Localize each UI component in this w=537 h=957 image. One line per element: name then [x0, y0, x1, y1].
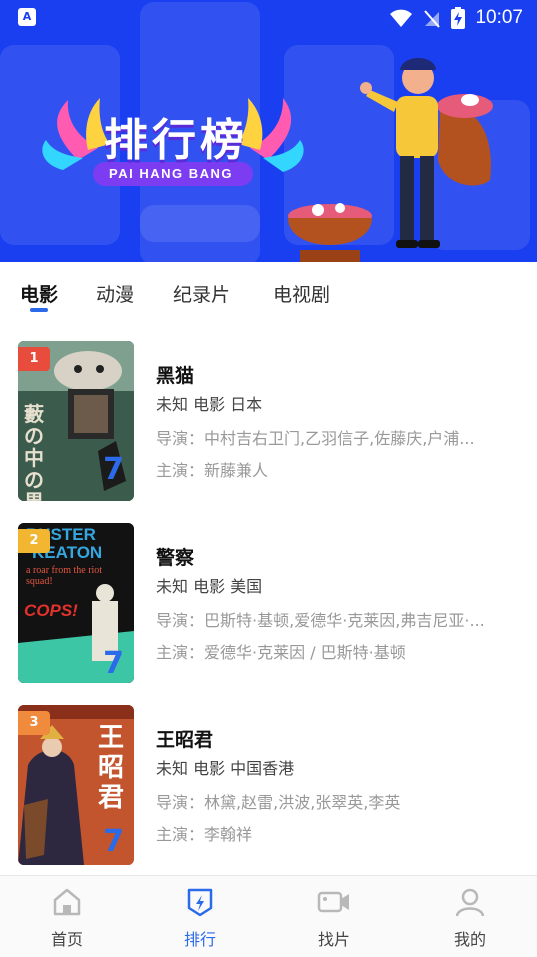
app-notification-icon: A — [18, 8, 36, 26]
svg-text:7: 7 — [103, 452, 124, 487]
rank-badge: 3 — [18, 711, 50, 735]
wifi-icon — [390, 9, 413, 27]
director-label: 导演： — [156, 611, 205, 630]
director-label: 导演： — [156, 793, 205, 812]
director-names: 林黛,赵雷,洪波,张翠英,李英 — [204, 793, 401, 812]
director-names: 中村吉右卫门,乙羽信子,佐藤庆,户浦... — [204, 429, 475, 448]
user-icon — [455, 888, 485, 917]
app-root: A 10:07 排行榜 PAI HANG BANG 电影 动漫 纪录片 电视剧 … — [0, 0, 537, 957]
movie-list-item[interactable]: 7 王昭君 3 王昭君 未知 电影 中国香港 导演：林黛,赵雷,洪波,张翠英,李… — [0, 684, 537, 866]
svg-text:7: 7 — [103, 646, 124, 681]
rank-badge: 1 — [18, 347, 50, 371]
cast-label: 主演： — [156, 825, 205, 844]
movie-meta: 未知 电影 中国香港 — [156, 759, 295, 778]
movie-cast: 主演：新藤兼人 — [156, 455, 518, 487]
banner-illustration — [288, 58, 493, 262]
tab-movie[interactable]: 电影 — [20, 280, 58, 307]
rank-badge: 2 — [18, 529, 50, 553]
tab-anime[interactable]: 动漫 — [96, 280, 134, 307]
status-icons: 10:07 — [389, 4, 523, 32]
ranking-banner: A 10:07 排行榜 PAI HANG BANG — [0, 0, 537, 262]
cast-label: 主演： — [156, 643, 205, 662]
movie-meta: 未知 电影 美国 — [156, 577, 263, 596]
movie-poster[interactable]: 7 藪の中の黒猫 1 — [18, 341, 134, 501]
banner-title: 排行榜 — [104, 115, 248, 166]
movie-director: 导演：中村吉右卫门,乙羽信子,佐藤庆,户浦... — [156, 423, 518, 455]
nav-find[interactable]: 找片 — [294, 886, 374, 952]
bottom-navigation: 首页 排行 找片 我的 — [0, 875, 537, 957]
cast-names: 李翰祥 — [204, 825, 253, 844]
cast-names: 新藤兼人 — [204, 461, 269, 480]
cast-names: 爱德华·克莱因 / 巴斯特·基顿 — [204, 643, 406, 662]
ranking-list: 7 藪の中の黒猫 1 黑猫 未知 电影 日本 导演：中村吉右卫门,乙羽信子,佐藤… — [0, 320, 537, 875]
movie-info: 警察 未知 电影 美国 导演：巴斯特·基顿,爱德华·克莱因,弗吉尼亚·... 主… — [156, 543, 518, 669]
poster-title: 藪の中の黒猫 — [24, 402, 44, 501]
movie-meta: 未知 电影 日本 — [156, 395, 263, 414]
movie-info: 王昭君 未知 电影 中国香港 导演：林黛,赵雷,洪波,张翠英,李英 主演：李翰祥 — [156, 725, 518, 851]
movie-title[interactable]: 警察 — [156, 543, 518, 573]
poster-cops: COPS! — [24, 601, 78, 620]
tab-tv-series[interactable]: 电视剧 — [273, 280, 330, 307]
movie-info: 黑猫 未知 电影 日本 导演：中村吉右卫门,乙羽信子,佐藤庆,户浦... 主演：… — [156, 361, 518, 487]
banner-title-group: 排行榜 PAI HANG BANG — [38, 90, 308, 200]
cast-label: 主演： — [156, 461, 205, 480]
nav-home-label: 首页 — [50, 930, 83, 949]
tab-documentary[interactable]: 纪录片 — [173, 280, 230, 307]
status-bar: A 10:07 — [0, 0, 537, 36]
svg-text:7: 7 — [103, 824, 124, 859]
movie-title[interactable]: 王昭君 — [156, 725, 518, 755]
nav-mine[interactable]: 我的 — [430, 886, 510, 952]
battery-charging-icon — [451, 7, 466, 29]
movie-cast: 主演：爱德华·克莱因 / 巴斯特·基顿 — [156, 637, 518, 669]
status-time: 10:07 — [475, 7, 523, 28]
nav-ranking[interactable]: 排行 — [160, 886, 240, 952]
nav-home[interactable]: 首页 — [27, 886, 107, 952]
movie-cast: 主演：李翰祥 — [156, 819, 518, 851]
movie-title[interactable]: 黑猫 — [156, 361, 518, 391]
nav-mine-label: 我的 — [453, 930, 486, 949]
movie-list-item[interactable]: 7 BUSTER KEATON a roar from the riot squ… — [0, 502, 537, 684]
video-camera-icon — [317, 891, 349, 913]
director-label: 导演： — [156, 429, 205, 448]
banner-subtitle: PAI HANG BANG — [109, 166, 233, 181]
category-tabs: 电影 动漫 纪录片 电视剧 — [0, 262, 537, 320]
poster-title: 王昭君 — [98, 723, 125, 813]
banner-bg-card — [140, 205, 260, 262]
nav-ranking-label: 排行 — [183, 930, 216, 949]
poster-tagline: a roar from the riot squad! — [26, 565, 103, 587]
movie-poster[interactable]: 7 王昭君 3 — [18, 705, 134, 865]
nav-find-label: 找片 — [317, 930, 350, 949]
active-tab-indicator — [30, 308, 48, 312]
director-names: 巴斯特·基顿,爱德华·克莱因,弗吉尼亚·... — [204, 611, 485, 630]
movie-poster[interactable]: 7 BUSTER KEATON a roar from the riot squ… — [18, 523, 134, 683]
movie-list-item[interactable]: 7 藪の中の黒猫 1 黑猫 未知 电影 日本 导演：中村吉右卫门,乙羽信子,佐藤… — [0, 320, 537, 502]
movie-director: 导演：林黛,赵雷,洪波,张翠英,李英 — [156, 787, 518, 819]
ranking-icon — [187, 888, 213, 917]
movie-director: 导演：巴斯特·基顿,爱德华·克莱因,弗吉尼亚·... — [156, 605, 518, 637]
home-icon — [53, 888, 81, 916]
no-signal-icon — [424, 10, 441, 28]
